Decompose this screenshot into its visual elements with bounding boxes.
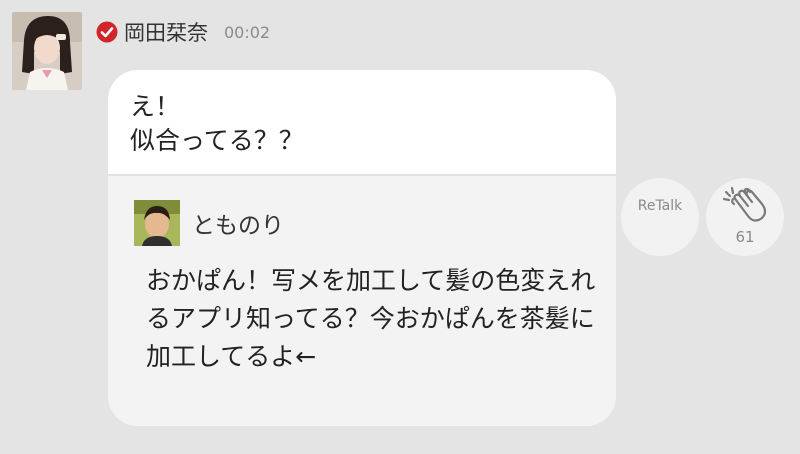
message-timestamp: 00:02: [224, 22, 271, 42]
message-text: え！ 似合ってる？？: [130, 92, 304, 155]
clap-count: 61: [735, 228, 755, 246]
message-header: 岡田栞奈 00:02: [96, 16, 270, 48]
message-bubble[interactable]: え！ 似合ってる？？ とものり おかぱん！写メを加工して髪の色変えれるアプリ知っ…: [108, 70, 616, 426]
quoted-reply[interactable]: とものり おかぱん！写メを加工して髪の色変えれるアプリ知ってる？今おかぱんを茶髪…: [108, 174, 616, 426]
verified-check-icon: [96, 21, 118, 43]
sender-avatar[interactable]: [12, 12, 82, 90]
sender-avatar-image: [12, 12, 82, 90]
reply-avatar-image: [134, 200, 180, 246]
reply-user-name[interactable]: とものり: [192, 206, 284, 240]
clap-icon: [722, 186, 768, 230]
chat-screen: 岡田栞奈 00:02 え！ 似合ってる？？ とものり おかぱん！写メを加工して髪…: [0, 0, 800, 454]
reply-text: おかぱん！写メを加工して髪の色変えれるアプリ知ってる？今おかぱんを茶髪に加工して…: [146, 266, 596, 371]
retalk-label: ReTalk: [637, 198, 683, 214]
sender-name[interactable]: 岡田栞奈: [124, 17, 208, 47]
reply-user-avatar[interactable]: [134, 200, 180, 246]
clap-button[interactable]: 61: [706, 178, 784, 256]
retalk-button[interactable]: ReTalk: [621, 178, 699, 256]
